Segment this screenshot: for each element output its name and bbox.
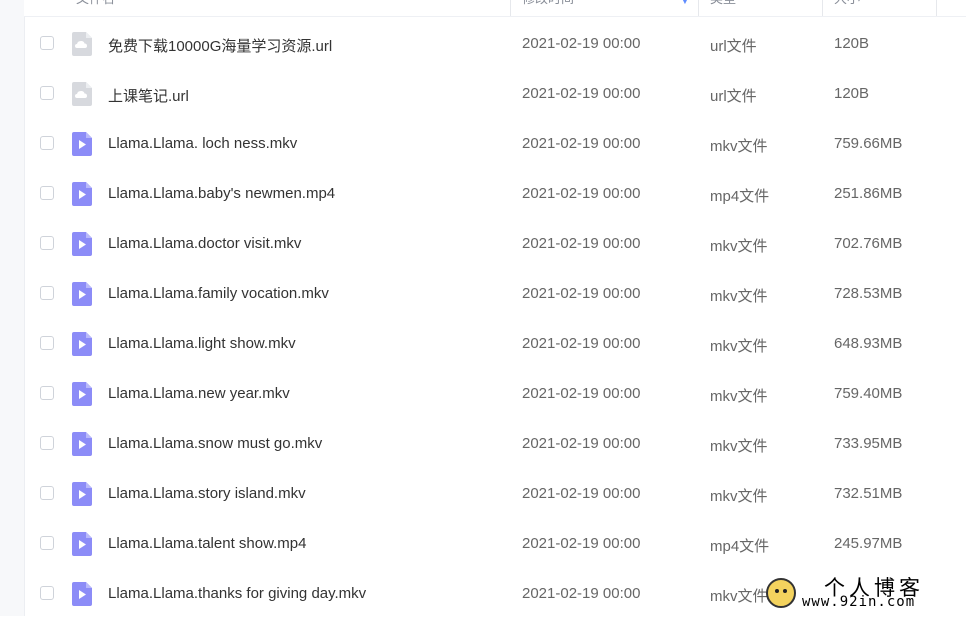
row-checkbox[interactable] — [40, 386, 54, 400]
file-modified: 2021-02-19 00:00 — [522, 135, 641, 152]
row-checkbox[interactable] — [40, 286, 54, 300]
watermark: 个人博客 www.92in.com — [762, 574, 958, 614]
file-row[interactable]: 免费下载10000G海量学习资源.url 2021-02-19 00:00 url文… — [24, 19, 966, 69]
mascot-icon — [766, 578, 796, 608]
file-modified: 2021-02-19 00:00 — [522, 85, 641, 102]
row-checkbox[interactable] — [40, 436, 54, 450]
file-modified: 2021-02-19 00:00 — [522, 535, 641, 552]
file-name[interactable]: Llama.Llama.talent show.mp4 — [108, 535, 306, 552]
file-size: 648.93MB — [834, 335, 903, 352]
file-type: mkv文件 — [710, 388, 768, 405]
file-name[interactable]: 上课笔记.url — [108, 85, 189, 106]
file-size: 732.51MB — [834, 485, 903, 502]
file-row[interactable]: Llama.Llama.talent show.mp4 2021-02-19 00… — [24, 519, 966, 569]
file-size: 251.86MB — [834, 185, 903, 202]
video-file-icon — [72, 532, 92, 556]
video-file-icon — [72, 282, 92, 306]
file-modified: 2021-02-19 00:00 — [522, 285, 641, 302]
file-size: 759.40MB — [834, 385, 903, 402]
video-file-icon — [72, 432, 92, 456]
column-divider[interactable] — [822, 0, 823, 16]
row-checkbox[interactable] — [40, 236, 54, 250]
file-type: mkv文件 — [710, 238, 768, 255]
file-size: 728.53MB — [834, 285, 903, 302]
video-file-icon — [72, 582, 92, 606]
watermark-url: www.92in.com — [802, 594, 916, 610]
file-row[interactable]: Llama.Llama. loch ness.mkv 2021-02-19 00:… — [24, 119, 966, 169]
file-name[interactable]: Llama.Llama. loch ness.mkv — [108, 135, 297, 152]
file-modified: 2021-02-19 00:00 — [522, 335, 641, 352]
row-checkbox[interactable] — [40, 186, 54, 200]
video-file-icon — [72, 232, 92, 256]
file-list: 免费下载10000G海量学习资源.url 2021-02-19 00:00 url文… — [24, 19, 966, 619]
file-name[interactable]: Llama.Llama.snow must go.mkv — [108, 435, 322, 452]
video-file-icon — [72, 332, 92, 356]
file-name[interactable]: Llama.Llama.light show.mkv — [108, 335, 296, 352]
file-row[interactable]: Llama.Llama.new year.mkv 2021-02-19 00:00… — [24, 369, 966, 419]
column-divider[interactable] — [936, 0, 937, 16]
file-name[interactable]: Llama.Llama.story island.mkv — [108, 485, 306, 502]
file-row[interactable]: Llama.Llama.story island.mkv 2021-02-19 0… — [24, 469, 966, 519]
row-checkbox[interactable] — [40, 336, 54, 350]
file-type: mkv文件 — [710, 338, 768, 355]
file-name[interactable]: Llama.Llama.family vocation.mkv — [108, 285, 329, 302]
file-type: mp4文件 — [710, 538, 770, 555]
file-modified: 2021-02-19 00:00 — [522, 435, 641, 452]
file-row[interactable]: Llama.Llama.family vocation.mkv 2021-02-1… — [24, 269, 966, 319]
file-name[interactable]: Llama.Llama.baby's newmen.mp4 — [108, 185, 335, 202]
file-row[interactable]: Llama.Llama.doctor visit.mkv 2021-02-19 0… — [24, 219, 966, 269]
video-file-icon — [72, 382, 92, 406]
column-header-type[interactable]: 类型 — [710, 0, 736, 16]
file-size: 120B — [834, 85, 870, 102]
file-size: 759.66MB — [834, 135, 903, 152]
row-checkbox[interactable] — [40, 36, 54, 50]
row-checkbox[interactable] — [40, 86, 54, 100]
file-type: url文件 — [710, 88, 757, 105]
file-size: 120B — [834, 35, 870, 52]
file-type: mkv文件 — [710, 488, 768, 505]
file-type: mkv文件 — [710, 588, 768, 605]
file-modified: 2021-02-19 00:00 — [522, 35, 641, 52]
row-checkbox[interactable] — [40, 486, 54, 500]
sort-desc-icon[interactable]: ▼ — [680, 0, 690, 7]
file-name[interactable]: Llama.Llama.doctor visit.mkv — [108, 235, 301, 252]
file-size: 245.97MB — [834, 535, 903, 552]
column-header-size[interactable]: 大小 — [834, 0, 860, 16]
file-modified: 2021-02-19 00:00 — [522, 585, 641, 602]
file-modified: 2021-02-19 00:00 — [522, 385, 641, 402]
column-header-modified[interactable]: 修改时间 — [522, 0, 574, 16]
file-row[interactable]: Llama.Llama.baby's newmen.mp4 2021-02-19 … — [24, 169, 966, 219]
file-type: mkv文件 — [710, 138, 768, 155]
file-name[interactable]: Llama.Llama.new year.mkv — [108, 385, 290, 402]
file-type: mp4文件 — [710, 188, 770, 205]
row-checkbox[interactable] — [40, 136, 54, 150]
column-header-name[interactable]: 文件名 — [76, 0, 115, 16]
row-checkbox[interactable] — [40, 586, 54, 600]
file-row[interactable]: Llama.Llama.light show.mkv 2021-02-19 00:… — [24, 319, 966, 369]
file-size: 702.76MB — [834, 235, 903, 252]
file-row[interactable]: Llama.Llama.snow must go.mkv 2021-02-19 0… — [24, 419, 966, 469]
file-modified: 2021-02-19 00:00 — [522, 235, 641, 252]
file-type: url文件 — [710, 38, 757, 55]
cloud-link-icon — [72, 82, 92, 106]
file-name[interactable]: 免费下载10000G海量学习资源.url — [108, 35, 332, 56]
left-sidebar-strip — [0, 0, 25, 616]
cloud-link-icon — [72, 32, 92, 56]
video-file-icon — [72, 132, 92, 156]
file-name[interactable]: Llama.Llama.thanks for giving day.mkv — [108, 585, 366, 602]
file-size: 733.95MB — [834, 435, 903, 452]
column-divider[interactable] — [698, 0, 699, 16]
file-list-header: 文件名 修改时间 ▼ 类型 大小 — [24, 0, 966, 17]
column-divider[interactable] — [510, 0, 511, 16]
row-checkbox[interactable] — [40, 536, 54, 550]
file-type: mkv文件 — [710, 438, 768, 455]
file-modified: 2021-02-19 00:00 — [522, 485, 641, 502]
video-file-icon — [72, 182, 92, 206]
file-type: mkv文件 — [710, 288, 768, 305]
file-row[interactable]: 上课笔记.url 2021-02-19 00:00 url文件 120B — [24, 69, 966, 119]
video-file-icon — [72, 482, 92, 506]
file-modified: 2021-02-19 00:00 — [522, 185, 641, 202]
